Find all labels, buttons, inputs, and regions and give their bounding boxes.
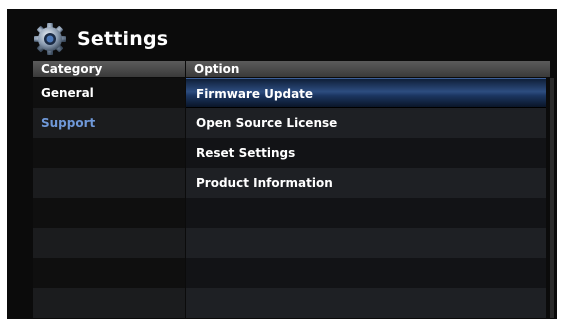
category-list: General Support [33, 78, 185, 318]
option-product-information[interactable]: Product Information [186, 168, 546, 198]
category-empty-row [33, 198, 185, 228]
option-firmware-update[interactable]: Firmware Update [186, 78, 546, 108]
category-item-support[interactable]: Support [33, 108, 185, 138]
page-title: Settings [77, 28, 169, 50]
category-empty-row [33, 288, 185, 318]
category-empty-row [33, 258, 185, 288]
option-empty-row [186, 258, 546, 288]
option-empty-row [186, 198, 546, 228]
option-column-header: Option [186, 61, 550, 77]
scrollbar-track[interactable] [550, 78, 554, 318]
header: Settings [33, 19, 168, 59]
category-column-header: Category [33, 61, 185, 77]
option-reset-settings[interactable]: Reset Settings [186, 138, 546, 168]
category-empty-row [33, 138, 185, 168]
category-item-general[interactable]: General [33, 78, 185, 108]
option-empty-row [186, 228, 546, 258]
option-empty-row [186, 288, 546, 318]
settings-screen: Settings Category Option General Support… [7, 9, 557, 319]
option-open-source-license[interactable]: Open Source License [186, 108, 546, 138]
category-empty-row [33, 168, 185, 198]
category-empty-row [33, 228, 185, 258]
gear-icon [34, 23, 66, 55]
option-list: Firmware Update Open Source License Rese… [186, 78, 546, 318]
